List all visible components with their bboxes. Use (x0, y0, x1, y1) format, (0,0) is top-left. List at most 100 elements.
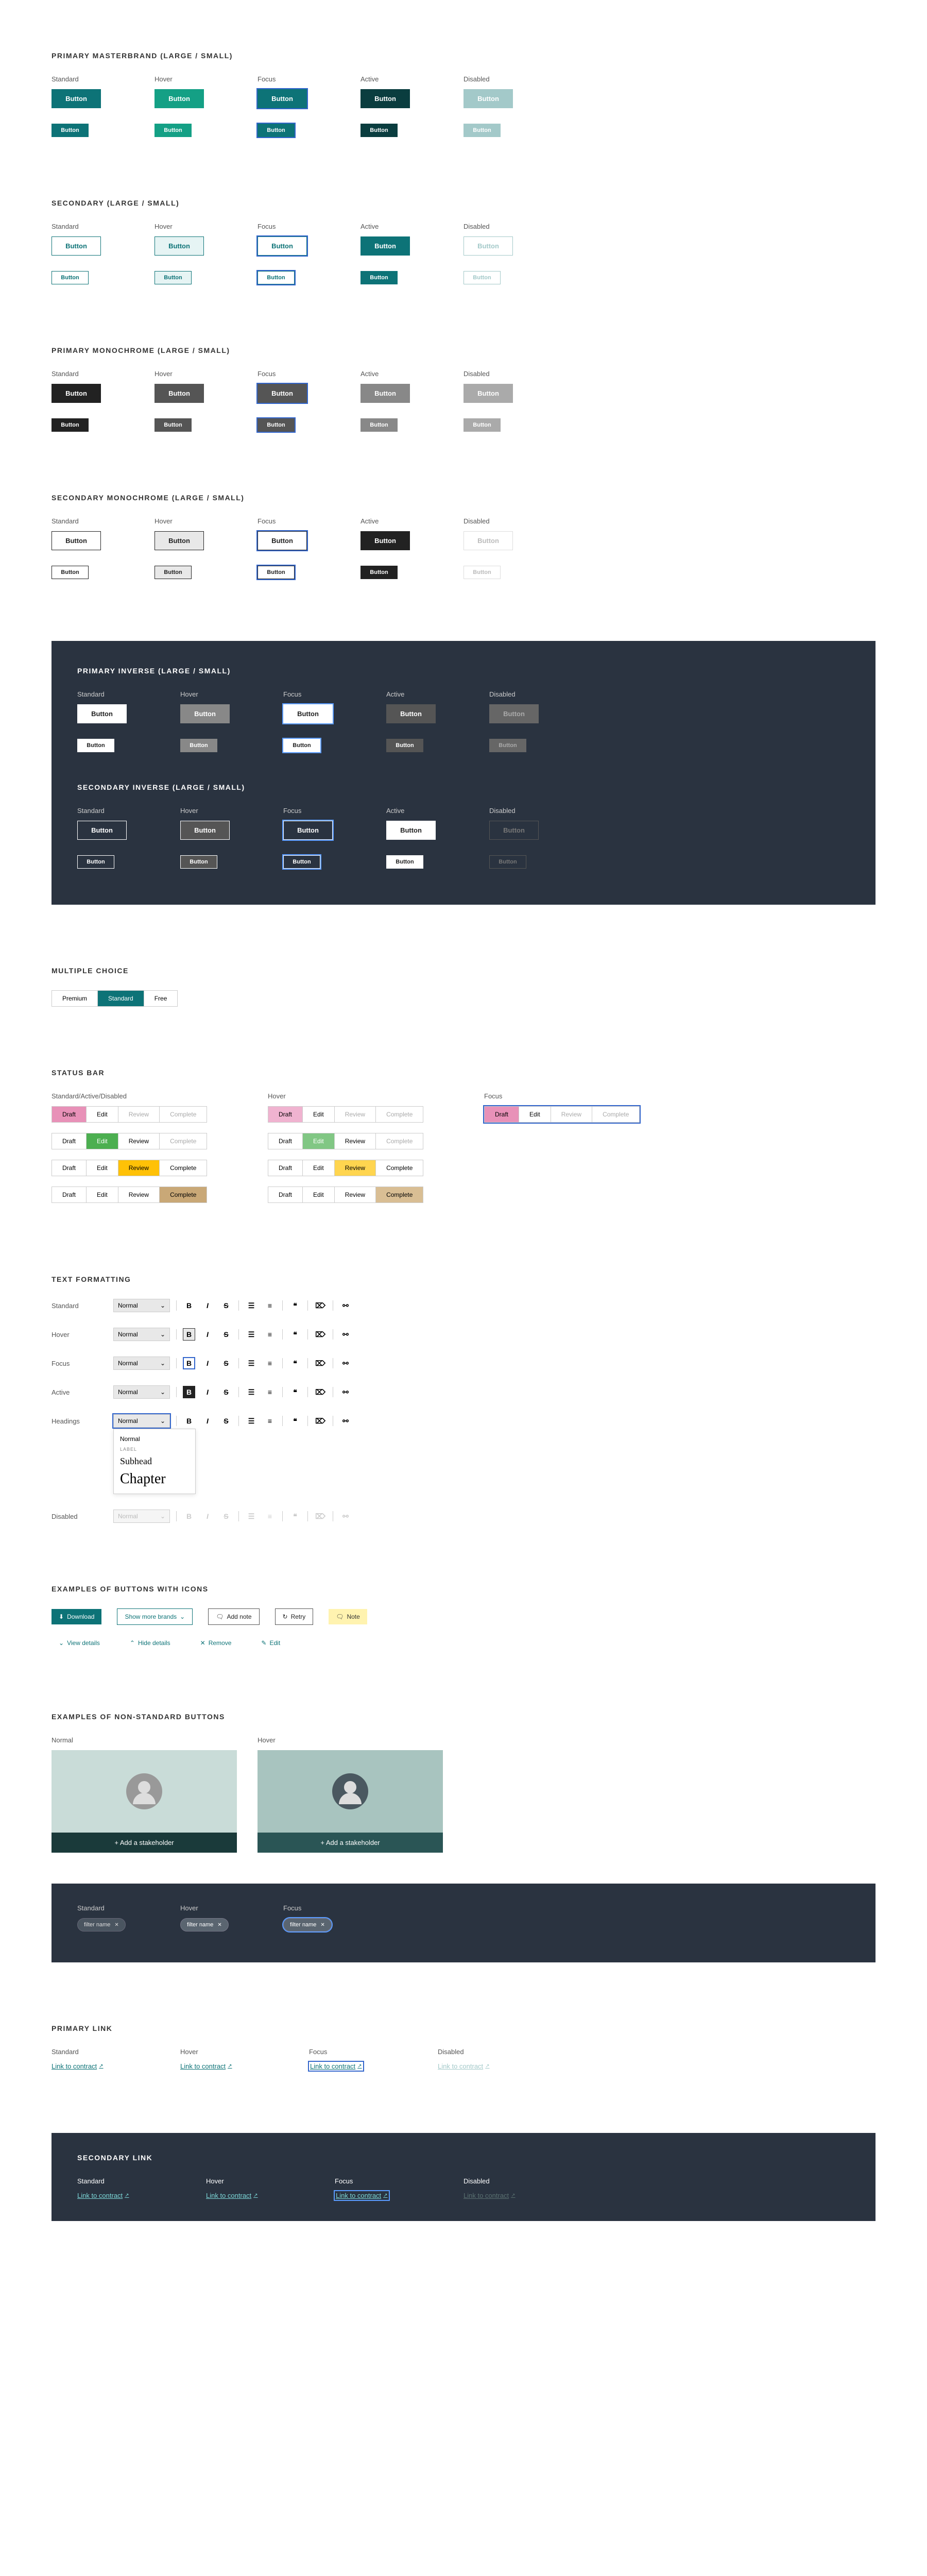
button-pinv-hover[interactable]: Button (180, 704, 230, 723)
button-smono-sm-focus[interactable]: Button (258, 566, 295, 579)
button-mono-standard[interactable]: Button (52, 384, 101, 403)
primary-link-focus[interactable]: Link to contract↗ (309, 2062, 363, 2071)
button-pinv-sm-focus[interactable]: Button (283, 739, 320, 752)
link-icon[interactable]: ⚯ (339, 1357, 352, 1369)
button-smono-sm-active[interactable]: Button (360, 566, 398, 579)
mc-free[interactable]: Free (144, 991, 178, 1006)
button-primary-active[interactable]: Button (360, 89, 410, 108)
button-mono-sm-active[interactable]: Button (360, 418, 398, 432)
remove-link[interactable]: ✕Remove (193, 1635, 239, 1651)
bullet-list-icon[interactable]: ☰ (245, 1299, 258, 1312)
button-sinv-standard[interactable]: Button (77, 821, 127, 840)
button-smono-standard[interactable]: Button (52, 531, 101, 550)
bold-icon[interactable]: B (183, 1415, 195, 1427)
button-sinv-focus[interactable]: Button (283, 821, 333, 840)
button-sinv-sm-focus[interactable]: Button (283, 855, 320, 869)
numbered-list-icon[interactable]: ≡ (264, 1357, 276, 1369)
button-sinv-sm-hover[interactable]: Button (180, 855, 217, 869)
button-pinv-active[interactable]: Button (386, 704, 436, 723)
italic-icon[interactable]: I (201, 1328, 214, 1341)
numbered-list-icon[interactable]: ≡ (264, 1415, 276, 1427)
numbered-list-icon[interactable]: ≡ (264, 1386, 276, 1398)
link-icon[interactable]: ⚯ (339, 1328, 352, 1341)
heading-select[interactable]: Normal⌄ (113, 1414, 170, 1428)
secondary-link-standard[interactable]: Link to contract↗ (77, 2192, 129, 2199)
bullet-list-icon[interactable]: ☰ (245, 1415, 258, 1427)
quote-icon[interactable]: ❝ (289, 1386, 301, 1398)
stakeholder-card-hover[interactable]: Hover + Add a stakeholder (258, 1736, 443, 1853)
strikethrough-icon[interactable]: S (220, 1386, 232, 1398)
heading-select[interactable]: Normal⌄ (113, 1385, 170, 1399)
button-sinv-active[interactable]: Button (386, 821, 436, 840)
link-icon[interactable]: ⚯ (339, 1415, 352, 1427)
button-sinv-sm-standard[interactable]: Button (77, 855, 114, 869)
bullet-list-icon[interactable]: ☰ (245, 1357, 258, 1369)
dd-subhead[interactable]: Subhead (114, 1454, 195, 1469)
button-primary-sm-standard[interactable]: Button (52, 124, 89, 137)
show-more-button[interactable]: Show more brands⌄ (117, 1608, 193, 1625)
retry-button[interactable]: ↻Retry (275, 1608, 314, 1625)
close-icon[interactable]: ✕ (114, 1922, 118, 1928)
dd-chapter[interactable]: Chapter (114, 1469, 195, 1489)
button-pinv-sm-standard[interactable]: Button (77, 739, 114, 752)
strikethrough-icon[interactable]: S (220, 1415, 232, 1427)
italic-icon[interactable]: I (201, 1415, 214, 1427)
filter-chip-focus[interactable]: filter name✕ (283, 1918, 332, 1931)
hide-details-link[interactable]: ⌃Hide details (123, 1635, 178, 1651)
button-secondary-hover[interactable]: Button (154, 236, 204, 256)
filter-chip-hover[interactable]: filter name✕ (180, 1918, 229, 1931)
dd-label[interactable]: LABEL (114, 1445, 195, 1454)
button-primary-hover[interactable]: Button (154, 89, 204, 108)
button-primary-sm-active[interactable]: Button (360, 124, 398, 137)
close-icon[interactable]: ✕ (217, 1922, 221, 1928)
button-mono-hover[interactable]: Button (154, 384, 204, 403)
button-pinv-standard[interactable]: Button (77, 704, 127, 723)
button-secondary-sm-active[interactable]: Button (360, 271, 398, 284)
bold-icon[interactable]: B (183, 1299, 195, 1312)
heading-select[interactable]: Normal⌄ (113, 1357, 170, 1370)
clear-format-icon[interactable]: ⌦ (314, 1357, 327, 1369)
stakeholder-card-normal[interactable]: Normal + Add a stakeholder (52, 1736, 237, 1853)
numbered-list-icon[interactable]: ≡ (264, 1328, 276, 1341)
button-mono-active[interactable]: Button (360, 384, 410, 403)
button-mono-sm-focus[interactable]: Button (258, 418, 295, 432)
link-icon[interactable]: ⚯ (339, 1299, 352, 1312)
primary-link-standard[interactable]: Link to contract↗ (52, 2062, 104, 2070)
button-smono-active[interactable]: Button (360, 531, 410, 550)
button-mono-focus[interactable]: Button (258, 384, 307, 403)
heading-select[interactable]: Normal⌄ (113, 1299, 170, 1312)
button-primary-sm-hover[interactable]: Button (154, 124, 192, 137)
bullet-list-icon[interactable]: ☰ (245, 1328, 258, 1341)
download-button[interactable]: ⬇Download (52, 1609, 101, 1624)
numbered-list-icon[interactable]: ≡ (264, 1299, 276, 1312)
filter-chip-standard[interactable]: filter name✕ (77, 1918, 126, 1931)
button-pinv-sm-hover[interactable]: Button (180, 739, 217, 752)
heading-select[interactable]: Normal⌄ (113, 1328, 170, 1341)
button-secondary-active[interactable]: Button (360, 236, 410, 256)
button-pinv-sm-active[interactable]: Button (386, 739, 423, 752)
bullet-list-icon[interactable]: ☰ (245, 1386, 258, 1398)
edit-link[interactable]: ✎Edit (254, 1635, 287, 1651)
button-smono-hover[interactable]: Button (154, 531, 204, 550)
strikethrough-icon[interactable]: S (220, 1299, 232, 1312)
button-primary-sm-focus[interactable]: Button (258, 124, 295, 137)
strikethrough-icon[interactable]: S (220, 1328, 232, 1341)
clear-format-icon[interactable]: ⌦ (314, 1299, 327, 1312)
clear-format-icon[interactable]: ⌦ (314, 1328, 327, 1341)
quote-icon[interactable]: ❝ (289, 1299, 301, 1312)
button-pinv-focus[interactable]: Button (283, 704, 333, 723)
quote-icon[interactable]: ❝ (289, 1357, 301, 1369)
button-mono-sm-hover[interactable]: Button (154, 418, 192, 432)
button-primary-standard[interactable]: Button (52, 89, 101, 108)
note-button[interactable]: 🗨Note (329, 1609, 367, 1624)
button-secondary-focus[interactable]: Button (258, 236, 307, 256)
button-secondary-standard[interactable]: Button (52, 236, 101, 256)
button-mono-sm-standard[interactable]: Button (52, 418, 89, 432)
bold-icon[interactable]: B (183, 1386, 195, 1398)
button-secondary-sm-hover[interactable]: Button (154, 271, 192, 284)
bold-icon[interactable]: B (183, 1328, 195, 1341)
italic-icon[interactable]: I (201, 1386, 214, 1398)
bold-icon[interactable]: B (183, 1357, 195, 1369)
mc-standard[interactable]: Standard (98, 991, 144, 1006)
italic-icon[interactable]: I (201, 1357, 214, 1369)
